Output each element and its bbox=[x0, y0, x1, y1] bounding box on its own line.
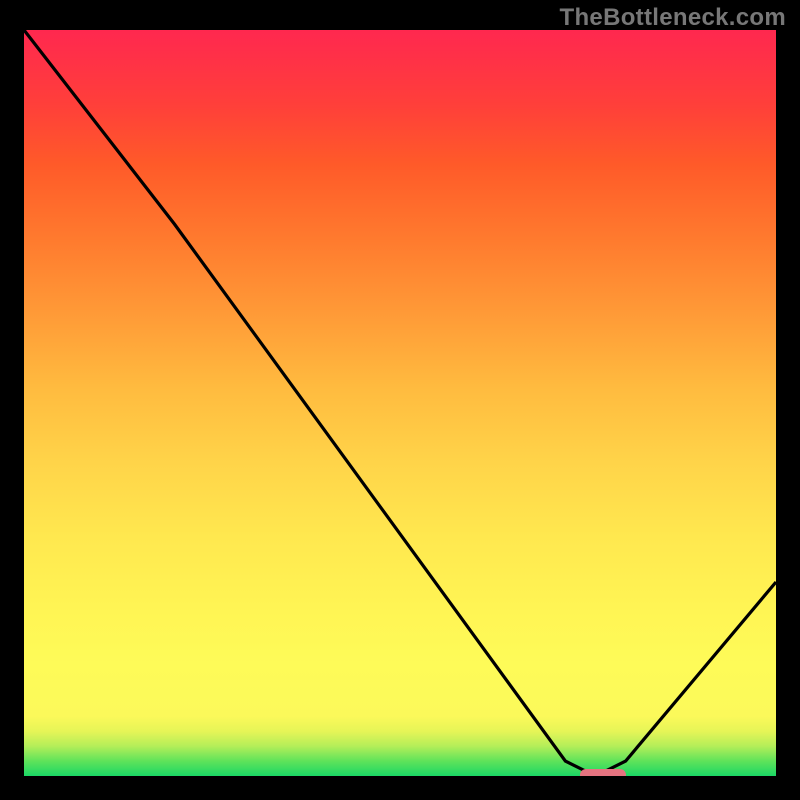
chart-frame: TheBottleneck.com bbox=[0, 0, 800, 800]
watermark-text: TheBottleneck.com bbox=[560, 4, 786, 32]
optimal-range-marker bbox=[580, 769, 625, 776]
bottleneck-curve bbox=[24, 30, 776, 776]
gradient-plot-area bbox=[24, 30, 776, 776]
